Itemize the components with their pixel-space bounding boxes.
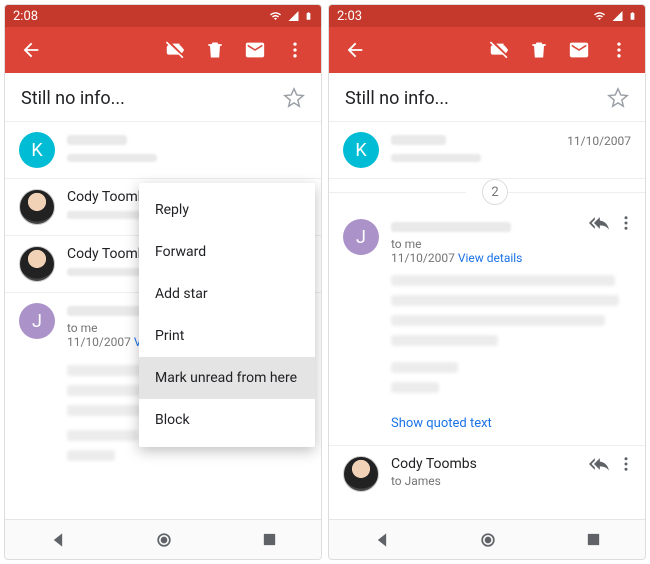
nav-recent-icon[interactable] [585, 531, 602, 548]
wifi-icon [592, 10, 607, 22]
collapsed-count: 2 [482, 179, 508, 205]
avatar: K [19, 132, 55, 168]
menu-mark-unread-from-here[interactable]: Mark unread from here [139, 357, 315, 399]
status-icons [592, 9, 637, 23]
message-date: 11/10/2007 [391, 251, 455, 265]
message-body [329, 275, 645, 412]
avatar: J [343, 219, 379, 255]
nav-back-icon[interactable] [372, 530, 392, 550]
mail-icon [568, 39, 590, 61]
nav-recent-icon[interactable] [261, 531, 278, 548]
message-expanded: J to me 11/10/2007 View details [329, 205, 645, 275]
status-time: 2:03 [337, 9, 592, 24]
message-collapsed[interactable]: K [5, 122, 321, 179]
content-area: Still no info... K Cody Toombs [5, 73, 321, 519]
battery-icon [628, 9, 637, 23]
signal-icon [611, 10, 624, 22]
trash-icon [205, 40, 225, 60]
content-area: Still no info... K 11/10/2007 2 J [329, 73, 645, 519]
nav-bar [5, 519, 321, 559]
message-collapsed[interactable]: K 11/10/2007 [329, 122, 645, 179]
label-off-icon [164, 39, 186, 61]
mark-unread-button[interactable] [559, 30, 599, 70]
reply-all-icon[interactable] [587, 454, 611, 474]
subject-text: Still no info... [21, 88, 283, 109]
star-outline-icon[interactable] [283, 87, 305, 109]
reply-all-icon[interactable] [587, 213, 611, 233]
menu-forward[interactable]: Forward [139, 231, 315, 273]
more-vert-icon[interactable] [617, 454, 635, 474]
message-date: 11/10/2007 [567, 134, 631, 148]
wifi-icon [268, 10, 283, 22]
overflow-button[interactable] [599, 30, 639, 70]
avatar: J [19, 303, 55, 339]
label-off-button[interactable] [155, 30, 195, 70]
phone-left: 2:08 [4, 4, 322, 560]
overflow-button[interactable] [275, 30, 315, 70]
more-vert-icon [609, 40, 629, 60]
menu-add-star[interactable]: Add star [139, 273, 315, 315]
mark-unread-button[interactable] [235, 30, 275, 70]
nav-back-icon[interactable] [48, 530, 68, 550]
trash-icon [529, 40, 549, 60]
star-outline-icon[interactable] [607, 87, 629, 109]
recipient-text: to James [391, 474, 631, 488]
nav-home-icon[interactable] [478, 530, 498, 550]
arrow-back-icon [344, 39, 366, 61]
more-vert-icon [285, 40, 305, 60]
back-button[interactable] [11, 30, 51, 70]
status-icons [268, 9, 313, 23]
phone-right: 2:03 [328, 4, 646, 560]
nav-bar [329, 519, 645, 559]
context-menu: Reply Forward Add star Print Mark unread… [139, 183, 315, 447]
delete-button[interactable] [195, 30, 235, 70]
show-quoted-link[interactable]: Show quoted text [329, 412, 645, 445]
avatar: K [343, 132, 379, 168]
avatar [19, 189, 55, 225]
subject-text: Still no info... [345, 88, 607, 109]
view-details-link[interactable]: View details [458, 251, 523, 265]
collapsed-count-row[interactable]: 2 [329, 179, 645, 205]
status-bar: 2:08 [5, 5, 321, 27]
avatar [343, 456, 379, 492]
message-collapsed[interactable]: Cody Toombs to James [329, 446, 645, 502]
signal-icon [287, 10, 300, 22]
mail-icon [244, 39, 266, 61]
recipient-text: to me [67, 321, 98, 335]
app-bar [329, 27, 645, 73]
delete-button[interactable] [519, 30, 559, 70]
menu-block[interactable]: Block [139, 399, 315, 441]
battery-icon [304, 9, 313, 23]
avatar [19, 246, 55, 282]
label-off-icon [488, 39, 510, 61]
back-button[interactable] [335, 30, 375, 70]
subject-row: Still no info... [329, 73, 645, 121]
arrow-back-icon [20, 39, 42, 61]
subject-row: Still no info... [5, 73, 321, 121]
menu-reply[interactable]: Reply [139, 189, 315, 231]
label-off-button[interactable] [479, 30, 519, 70]
recipient-text: to me [391, 237, 422, 251]
app-bar [5, 27, 321, 73]
status-time: 2:08 [13, 9, 268, 24]
nav-home-icon[interactable] [154, 530, 174, 550]
message-date: 11/10/2007 [67, 335, 131, 349]
menu-print[interactable]: Print [139, 315, 315, 357]
more-vert-icon[interactable] [617, 213, 635, 233]
status-bar: 2:03 [329, 5, 645, 27]
